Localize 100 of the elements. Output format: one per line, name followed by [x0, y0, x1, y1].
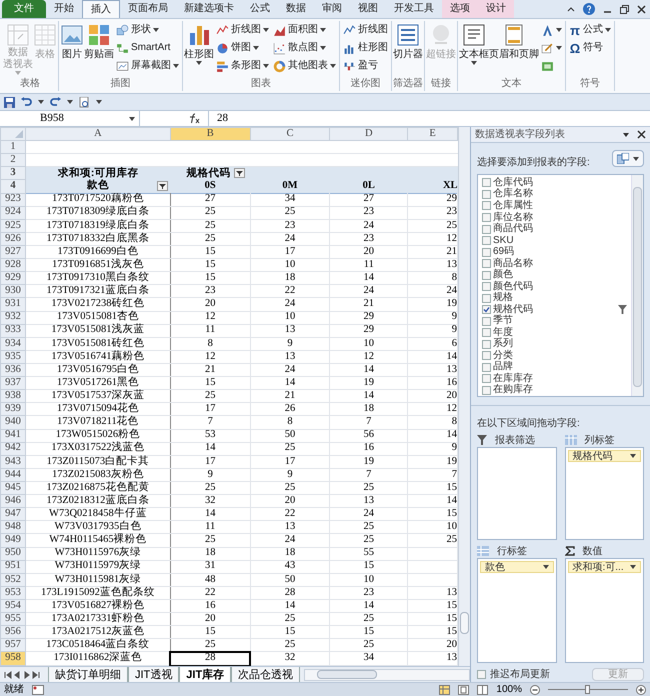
sheet-tab[interactable]: 次品仓透视 [231, 667, 300, 682]
field-label[interactable]: 仓库名称 [493, 189, 631, 200]
page-layout-icon[interactable] [458, 684, 470, 694]
zoom-out-icon[interactable] [530, 684, 540, 694]
ribbon-button[interactable]: 页眉和页脚 [489, 21, 539, 61]
ribbon-tab[interactable]: 数据 [278, 0, 314, 18]
restore-icon[interactable] [620, 4, 629, 14]
print-preview-icon[interactable] [79, 96, 90, 108]
field-label[interactable]: 分类 [493, 350, 631, 361]
drop-area[interactable] [477, 447, 556, 540]
field-label[interactable]: 品牌 [493, 362, 631, 372]
ribbon-button[interactable]: 其他图表 [271, 57, 338, 75]
field-label[interactable]: 在库库存 [493, 374, 631, 384]
sheet-tab[interactable]: JIT库存 [179, 667, 232, 682]
field-checkbox[interactable] [482, 294, 491, 303]
field-label[interactable]: 商品代码 [493, 224, 631, 234]
field-label[interactable]: 颜色 [493, 270, 631, 280]
field-checkbox[interactable] [482, 328, 491, 338]
field-checkbox[interactable] [482, 374, 491, 384]
field-checkbox[interactable] [482, 340, 491, 349]
sheet-tab[interactable]: 缺货订单明细 [48, 667, 128, 682]
ribbon-button[interactable]: 盈亏 [341, 57, 390, 75]
filter-button-icon[interactable] [234, 168, 246, 178]
zoom-in-icon[interactable] [636, 684, 646, 694]
ribbon-tab[interactable]: 插入 [82, 0, 120, 18]
field-checkbox[interactable] [482, 270, 491, 280]
ribbon-button[interactable]: 图片 [60, 21, 84, 61]
ribbon-button[interactable]: 散点图 [271, 39, 338, 57]
redo-icon[interactable] [50, 97, 61, 107]
field-label[interactable]: 库位名称 [493, 212, 631, 222]
function-icon[interactable] [188, 113, 200, 124]
formula-field[interactable]: 28 [208, 111, 650, 126]
column-header[interactable]: A [25, 128, 170, 141]
field-checkbox[interactable] [482, 190, 491, 199]
field-checkbox[interactable] [482, 213, 491, 222]
ribbon-button[interactable]: 屏幕截图 [114, 57, 181, 75]
field-label[interactable]: 季节 [493, 316, 631, 326]
ribbon-button[interactable]: 切片器 [393, 21, 423, 61]
scrollbar[interactable] [631, 175, 643, 396]
horizontal-scrollbar[interactable] [304, 668, 470, 680]
save-icon[interactable] [4, 96, 15, 108]
close-icon[interactable] [637, 4, 646, 14]
normal-view-icon[interactable] [439, 684, 450, 694]
field-checkbox[interactable] [482, 178, 491, 188]
field-label[interactable]: 仓库代码 [493, 178, 631, 188]
ribbon-button[interactable]: Ω 符号 [567, 39, 613, 57]
column-header[interactable]: C [250, 128, 330, 141]
ribbon-button[interactable]: 饼图 [214, 39, 271, 57]
close-icon[interactable] [637, 130, 646, 140]
collapse-ribbon-icon[interactable] [567, 6, 575, 12]
ribbon-button[interactable]: 形状 [114, 21, 181, 39]
ribbon-button[interactable]: 柱形图 [341, 39, 390, 57]
field-chip[interactable]: 款色 [480, 561, 554, 573]
field-checkbox[interactable] [482, 201, 491, 210]
ribbon-button[interactable]: 条形图 [214, 57, 271, 75]
field-label[interactable]: 69码 [493, 247, 631, 258]
column-header[interactable]: E [408, 128, 458, 141]
field-label[interactable]: 在购库存 [493, 385, 631, 396]
field-checkbox[interactable] [482, 305, 491, 314]
zoom-level[interactable]: 100% [496, 682, 522, 696]
field-checkbox[interactable] [482, 224, 491, 234]
field-label[interactable]: 系列 [493, 339, 631, 350]
ribbon-button[interactable]: 折线图 [341, 21, 390, 39]
field-label[interactable]: 颜色代码 [493, 282, 631, 292]
ribbon-tab[interactable]: 页面布局 [120, 0, 176, 18]
column-header[interactable]: B [170, 128, 250, 141]
name-box[interactable]: B958 [0, 111, 140, 126]
ribbon-tab[interactable]: 文件 [2, 0, 46, 18]
drop-area[interactable]: 款色 [477, 558, 556, 663]
ribbon-tab[interactable]: 设计 [478, 0, 514, 18]
ribbon-button[interactable]: 剪贴画 [84, 21, 114, 61]
field-checkbox[interactable] [482, 316, 491, 326]
field-checkbox[interactable] [482, 362, 491, 372]
undo-icon[interactable] [21, 97, 32, 107]
table-cell[interactable]: 28 [204, 652, 216, 664]
drop-area[interactable]: 求和项:可... [564, 558, 644, 663]
layout-button[interactable] [612, 150, 644, 168]
field-label[interactable]: 年度 [493, 328, 631, 338]
field-checkbox[interactable] [482, 236, 491, 246]
ribbon-button[interactable]: 柱形图 [184, 21, 214, 65]
ribbon-tab[interactable]: 选项 [442, 0, 478, 18]
field-label[interactable]: SKU [493, 236, 631, 246]
zoom-slider-thumb[interactable] [585, 685, 590, 694]
field-checkbox[interactable] [482, 386, 491, 395]
field-chip[interactable]: 求和项:可... [568, 561, 641, 573]
field-checkbox[interactable] [482, 282, 491, 292]
ribbon-tab[interactable]: 开发工具 [386, 0, 442, 18]
page-break-icon[interactable] [477, 684, 488, 694]
ribbon-tab[interactable]: 新建选项卡 [176, 0, 242, 18]
ribbon-button[interactable]: 面积图 [271, 21, 338, 39]
ribbon-button[interactable]: 文本框 [459, 21, 489, 65]
field-checkbox[interactable] [482, 248, 491, 257]
ribbon-tab[interactable]: 审阅 [314, 0, 350, 18]
ribbon-button[interactable]: SmartArt [114, 39, 181, 57]
ribbon-button[interactable]: 折线图 [214, 21, 271, 39]
filter-button-icon[interactable] [157, 180, 168, 191]
ribbon-button[interactable]: π 公式 [567, 21, 613, 39]
drop-area[interactable]: 规格代码 [564, 447, 644, 540]
field-label[interactable]: 商品名称 [493, 258, 631, 269]
field-checkbox[interactable] [482, 259, 491, 268]
